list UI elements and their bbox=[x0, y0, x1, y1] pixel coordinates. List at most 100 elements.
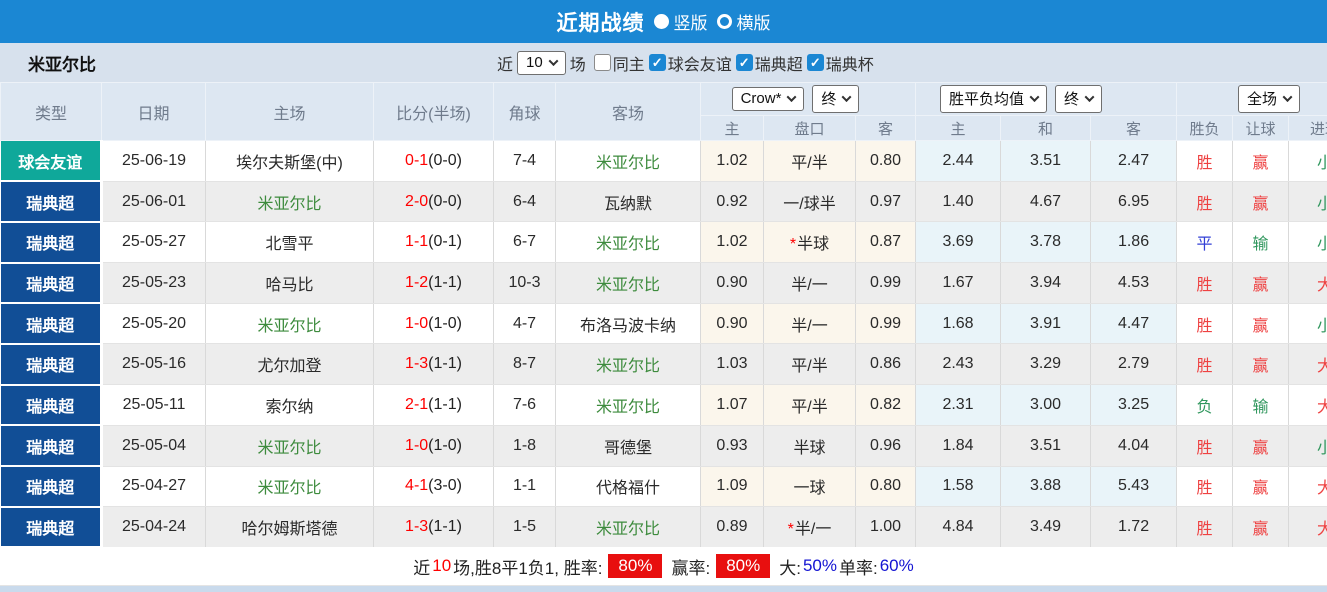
chevron-down-icon bbox=[1085, 92, 1095, 102]
asia-away-odds: 0.80 bbox=[856, 141, 916, 182]
result-cell: 胜 bbox=[1177, 425, 1233, 466]
asia-away-odds: 1.00 bbox=[856, 507, 916, 547]
recent-count-select[interactable]: 10 bbox=[517, 51, 566, 75]
chevron-down-icon bbox=[1283, 92, 1293, 102]
corners-cell: 1-8 bbox=[494, 425, 556, 466]
date-cell: 25-05-16 bbox=[102, 344, 206, 385]
bookmaker-value: Crow* bbox=[741, 90, 782, 107]
mean-period-select[interactable]: 终 bbox=[1055, 85, 1102, 113]
home-team-cell: 哈马比 bbox=[206, 263, 374, 304]
bookmaker-select[interactable]: Crow* bbox=[732, 87, 805, 111]
score-cell: 1-1(0-1) bbox=[374, 222, 494, 263]
handicap-result-cell: 赢 bbox=[1233, 141, 1289, 182]
asia-line: 半/一 bbox=[764, 303, 856, 344]
mean-draw: 3.88 bbox=[1001, 466, 1091, 507]
results-table-wrap: 类型 日期 主场 比分(半场) 角球 客场 Crow* 终 胜平负均值 bbox=[0, 82, 1327, 547]
home-team-cell: 哈尔姆斯塔德 bbox=[206, 507, 374, 547]
header-home: 主场 bbox=[206, 83, 374, 141]
asia-home-odds: 1.02 bbox=[701, 222, 764, 263]
filter-bar: 米亚尔比 近 10 场 同主✓球会友谊✓瑞典超✓瑞典杯 bbox=[0, 43, 1327, 82]
mean-win: 4.84 bbox=[916, 507, 1001, 547]
asia-home-odds: 1.07 bbox=[701, 385, 764, 426]
mean-draw: 3.29 bbox=[1001, 344, 1091, 385]
goals-result-cell: 小 bbox=[1289, 141, 1327, 182]
table-row: 瑞典超25-05-20米亚尔比1-0(1-0)4-7布洛马波卡纳0.90半/一0… bbox=[1, 303, 1327, 344]
filter-checkbox-label: 瑞典杯 bbox=[826, 51, 874, 75]
mean-type-select[interactable]: 胜平负均值 bbox=[940, 85, 1047, 113]
date-cell: 25-06-19 bbox=[102, 141, 206, 182]
result-cell: 平 bbox=[1177, 222, 1233, 263]
header-date: 日期 bbox=[102, 83, 206, 141]
bottom-strip bbox=[0, 585, 1327, 592]
goals-result-cell: 大 bbox=[1289, 263, 1327, 304]
layout-radio-vertical[interactable]: 竖版 bbox=[654, 9, 708, 34]
filter-checkbox[interactable] bbox=[594, 54, 611, 71]
result-cell: 负 bbox=[1177, 385, 1233, 426]
handicap-result-cell: 输 bbox=[1233, 222, 1289, 263]
radio-selected-icon[interactable] bbox=[654, 14, 669, 29]
filter-checkbox[interactable]: ✓ bbox=[807, 54, 824, 71]
mean-draw: 3.49 bbox=[1001, 507, 1091, 547]
league-badge: 瑞典超 bbox=[1, 425, 102, 466]
mean-lose: 5.43 bbox=[1091, 466, 1177, 507]
mean-win: 2.44 bbox=[916, 141, 1001, 182]
score-cell: 2-1(1-1) bbox=[374, 385, 494, 426]
table-row: 瑞典超25-05-16尤尔加登1-3(1-1)8-7米亚尔比1.03平/半0.8… bbox=[1, 344, 1327, 385]
league-badge: 瑞典超 bbox=[1, 385, 102, 426]
score-cell: 1-0(1-0) bbox=[374, 303, 494, 344]
handicap-result-cell: 赢 bbox=[1233, 344, 1289, 385]
recent-results-panel: 近期战绩 竖版 横版 米亚尔比 近 10 场 同主✓球会友谊✓瑞典超✓瑞典杯 bbox=[0, 0, 1327, 592]
corners-cell: 4-7 bbox=[494, 303, 556, 344]
asia-home-odds: 0.90 bbox=[701, 263, 764, 304]
table-row: 瑞典超25-05-23哈马比1-2(1-1)10-3米亚尔比0.90半/一0.9… bbox=[1, 263, 1327, 304]
asia-line: 半球 bbox=[764, 425, 856, 466]
handicap-result-cell: 赢 bbox=[1233, 425, 1289, 466]
mean-draw: 3.91 bbox=[1001, 303, 1091, 344]
mean-draw: 4.67 bbox=[1001, 181, 1091, 222]
filter-checkbox[interactable]: ✓ bbox=[649, 54, 666, 71]
radio-unselected-icon[interactable] bbox=[717, 14, 732, 29]
away-team-cell: 米亚尔比 bbox=[556, 222, 701, 263]
corners-cell: 7-4 bbox=[494, 141, 556, 182]
mean-draw: 3.94 bbox=[1001, 263, 1091, 304]
mean-lose: 2.47 bbox=[1091, 141, 1177, 182]
handicap-result-cell: 赢 bbox=[1233, 466, 1289, 507]
layout-radio-horizontal[interactable]: 横版 bbox=[717, 9, 771, 34]
asia-away-odds: 0.97 bbox=[856, 181, 916, 222]
filter-checkbox[interactable]: ✓ bbox=[736, 54, 753, 71]
mean-lose: 6.95 bbox=[1091, 181, 1177, 222]
date-cell: 25-05-23 bbox=[102, 263, 206, 304]
goals-result-cell: 大 bbox=[1289, 507, 1327, 547]
asia-line: 平/半 bbox=[764, 385, 856, 426]
chevron-down-icon bbox=[842, 92, 852, 102]
score-cell: 1-0(1-0) bbox=[374, 425, 494, 466]
mean-win: 1.67 bbox=[916, 263, 1001, 304]
asia-away-odds: 0.86 bbox=[856, 344, 916, 385]
scope-select-group: 全场 bbox=[1177, 83, 1327, 116]
chevron-down-icon bbox=[787, 92, 797, 102]
mean-lose: 4.47 bbox=[1091, 303, 1177, 344]
mean-draw: 3.00 bbox=[1001, 385, 1091, 426]
home-team-cell: 米亚尔比 bbox=[206, 181, 374, 222]
mean-lose: 4.53 bbox=[1091, 263, 1177, 304]
handicap-result-cell: 赢 bbox=[1233, 263, 1289, 304]
handicap-result-cell: 赢 bbox=[1233, 181, 1289, 222]
mean-draw: 3.51 bbox=[1001, 425, 1091, 466]
goals-result-cell: 小 bbox=[1289, 181, 1327, 222]
score-cell: 4-1(3-0) bbox=[374, 466, 494, 507]
table-row: 瑞典超25-05-04米亚尔比1-0(1-0)1-8哥德堡0.93半球0.961… bbox=[1, 425, 1327, 466]
asia-line: 半/一 bbox=[764, 263, 856, 304]
header-score: 比分(半场) bbox=[374, 83, 494, 141]
stat-text: 单率: bbox=[839, 554, 878, 579]
page-title: 近期战绩 bbox=[557, 7, 645, 37]
league-badge: 瑞典超 bbox=[1, 344, 102, 385]
table-row: 瑞典超25-04-27米亚尔比4-1(3-0)1-1代格福什1.09一球0.80… bbox=[1, 466, 1327, 507]
bookmaker-period-select[interactable]: 终 bbox=[812, 85, 859, 113]
asia-home-odds: 1.09 bbox=[701, 466, 764, 507]
corners-cell: 8-7 bbox=[494, 344, 556, 385]
result-cell: 胜 bbox=[1177, 141, 1233, 182]
scope-select[interactable]: 全场 bbox=[1238, 85, 1300, 113]
asia-away-odds: 0.80 bbox=[856, 466, 916, 507]
chevron-down-icon bbox=[548, 56, 558, 66]
home-team-cell: 埃尔夫斯堡(中) bbox=[206, 141, 374, 182]
